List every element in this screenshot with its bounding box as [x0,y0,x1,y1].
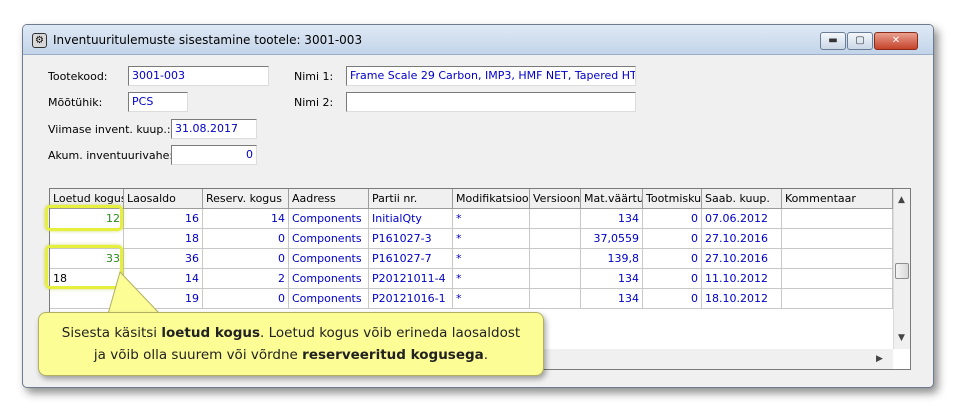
akum-label: Akum. inventuurivahe: [48,149,174,162]
row-1-saab[interactable]: 27.10.2016 [702,229,782,249]
row-3-saab[interactable]: 11.10.2012 [702,269,782,289]
row-1-partii[interactable]: P161027-3 [369,229,453,249]
col-header-laosaldo[interactable]: Laosaldo [124,189,203,209]
scroll-thumb[interactable] [895,263,909,279]
row-2-tootmiskulu[interactable]: 0 [643,249,702,269]
row-4-reserv[interactable]: 0 [203,289,289,309]
scroll-right-icon[interactable]: ▶ [876,354,883,364]
callout-line-2: ja võib olla suurem või võrdne reserveer… [93,347,489,363]
viimase-field[interactable]: 31.08.2017 [171,119,257,139]
row-0-saab[interactable]: 07.06.2012 [702,209,782,229]
mootuhik-label: Mõõtühik: [48,96,103,109]
row-2-modifikatsioon[interactable]: * [453,249,530,269]
vertical-scrollbar[interactable]: ▲ ▼ [893,189,910,349]
col-header-partii[interactable]: Partii nr. [369,189,453,209]
row-3-partii[interactable]: P20121011-4 [369,269,453,289]
row-0-laosaldo[interactable]: 16 [124,209,203,229]
row-0-reserv[interactable]: 14 [203,209,289,229]
row-2-aadress[interactable]: Components [289,249,369,269]
row-1-aadress[interactable]: Components [289,229,369,249]
row-3-matvaartus[interactable]: 134 [581,269,643,289]
row-4-saab[interactable]: 18.10.2012 [702,289,782,309]
col-header-saab[interactable]: Saab. kuup. [702,189,782,209]
highlight-row-0 [45,205,123,231]
row-2-laosaldo[interactable]: 36 [124,249,203,269]
nimi1-field[interactable]: Frame Scale 29 Carbon, IMP3, HMF NET, Ta… [346,66,636,86]
row-4-versioon[interactable] [530,289,581,309]
row-1-reserv[interactable]: 0 [203,229,289,249]
row-0-modifikatsioon[interactable]: * [453,209,530,229]
row-1-kommentaar[interactable] [782,229,893,249]
row-0-versioon[interactable] [530,209,581,229]
col-header-tootmiskulu[interactable]: Tootmiskulu [643,189,702,209]
row-4-kommentaar[interactable] [782,289,893,309]
row-4-tootmiskulu[interactable]: 0 [643,289,702,309]
window-title: Inventuuritulemuste sisestamine tootele:… [53,33,363,47]
row-1-modifikatsioon[interactable]: * [453,229,530,249]
nimi1-label: Nimi 1: [294,70,334,83]
row-0-partii[interactable]: InitialQty [369,209,453,229]
row-3-laosaldo[interactable]: 14 [124,269,203,289]
col-header-modifikatsioon[interactable]: Modifikatsioon [453,189,530,209]
gear-icon[interactable]: ⚙ [32,33,47,48]
row-4-partii[interactable]: P20121016-1 [369,289,453,309]
row-0-aadress[interactable]: Components [289,209,369,229]
row-2-matvaartus[interactable]: 139,8 [581,249,643,269]
viimase-label: Viimase invent. kuup.: [48,123,171,136]
row-2-saab[interactable]: 27.10.2016 [702,249,782,269]
row-3-modifikatsioon[interactable]: * [453,269,530,289]
col-header-versioon[interactable]: Versioon [530,189,581,209]
row-1-laosaldo[interactable]: 18 [124,229,203,249]
row-4-laosaldo[interactable]: 19 [124,289,203,309]
row-4-matvaartus[interactable]: 134 [581,289,643,309]
row-4-loetud[interactable] [50,289,124,309]
row-3-tootmiskulu[interactable]: 0 [643,269,702,289]
scroll-down-icon[interactable]: ▼ [898,333,905,343]
row-4-modifikatsioon[interactable]: * [453,289,530,309]
row-3-versioon[interactable] [530,269,581,289]
row-1-versioon[interactable] [530,229,581,249]
row-2-kommentaar[interactable] [782,249,893,269]
row-2-versioon[interactable] [530,249,581,269]
mootuhik-field[interactable]: PCS [128,92,188,112]
row-3-aadress[interactable]: Components [289,269,369,289]
instruction-callout: Sisesta käsitsi loetud kogus. Loetud kog… [38,312,544,376]
title-bar: ⚙ Inventuuritulemuste sisestamine tootel… [23,25,933,55]
col-header-reserv[interactable]: Reserv. kogus [203,189,289,209]
row-0-tootmiskulu[interactable]: 0 [643,209,702,229]
col-header-matvaartus[interactable]: Mat.väärtus [581,189,643,209]
close-button[interactable]: ✕ [874,32,918,50]
row-2-partii[interactable]: P161027-7 [369,249,453,269]
callout-line-1: Sisesta käsitsi loetud kogus. Loetud kog… [61,325,521,341]
tootekood-field[interactable]: 3001-003 [128,66,269,86]
tootekood-label: Tootekood: [48,70,108,83]
row-1-matvaartus[interactable]: 37,0559 [581,229,643,249]
col-header-kommentaar[interactable]: Kommentaar [782,189,893,209]
minimize-button[interactable]: ▬ [820,32,846,50]
scroll-up-icon[interactable]: ▲ [898,195,905,205]
row-3-reserv[interactable]: 2 [203,269,289,289]
nimi2-label: Nimi 2: [294,96,334,109]
row-0-matvaartus[interactable]: 134 [581,209,643,229]
row-2-reserv[interactable]: 0 [203,249,289,269]
row-3-kommentaar[interactable] [782,269,893,289]
row-4-aadress[interactable]: Components [289,289,369,309]
col-header-aadress[interactable]: Aadress [289,189,369,209]
highlight-rows-2-3 [45,245,123,289]
maximize-button[interactable]: ▢ [847,32,873,50]
row-0-kommentaar[interactable] [782,209,893,229]
nimi2-field[interactable] [346,92,636,112]
row-1-tootmiskulu[interactable]: 0 [643,229,702,249]
akum-field[interactable]: 0 [171,145,257,165]
